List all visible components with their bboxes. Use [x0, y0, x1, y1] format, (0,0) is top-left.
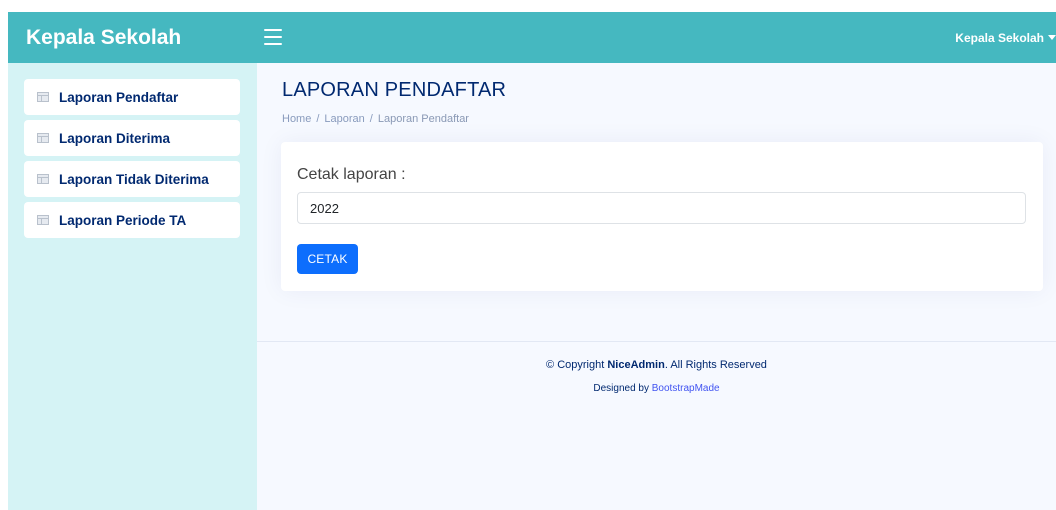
- sidebar: Laporan Pendaftar Laporan Diterima Lapor…: [8, 63, 257, 510]
- report-card: Cetak laporan : CETAK: [281, 142, 1043, 291]
- breadcrumb: Home / Laporan / Laporan Pendaftar: [282, 113, 469, 125]
- copyright-brand: NiceAdmin: [607, 359, 665, 371]
- user-menu-label: Kepala Sekolah: [955, 30, 1044, 45]
- sidebar-item-laporan-tidak-diterima[interactable]: Laporan Tidak Diterima: [24, 161, 240, 197]
- report-icon: [37, 215, 49, 225]
- report-icon: [37, 174, 49, 184]
- sidebar-item-laporan-diterima[interactable]: Laporan Diterima: [24, 120, 240, 156]
- sidebar-item-label: Laporan Tidak Diterima: [59, 171, 209, 187]
- form-label: Cetak laporan :: [297, 166, 406, 183]
- breadcrumb-home[interactable]: Home: [282, 113, 311, 125]
- breadcrumb-separator: /: [316, 113, 320, 125]
- bootstrapmade-link[interactable]: BootstrapMade: [652, 383, 720, 394]
- top-header: Kepala Sekolah Kepala Sekolah: [8, 12, 1056, 63]
- footer-divider: [257, 341, 1056, 342]
- footer-copyright: © Copyright NiceAdmin. All Rights Reserv…: [257, 359, 1056, 371]
- chevron-down-icon: [1048, 35, 1056, 40]
- app-frame: Kepala Sekolah Kepala Sekolah Laporan Pe…: [8, 12, 1056, 510]
- cetak-button[interactable]: CETAK: [297, 244, 358, 274]
- breadcrumb-current: Laporan Pendaftar: [377, 113, 469, 125]
- report-icon: [37, 133, 49, 143]
- user-menu[interactable]: Kepala Sekolah: [955, 12, 1056, 63]
- menu-toggle-icon[interactable]: [264, 26, 286, 48]
- sidebar-item-label: Laporan Diterima: [59, 130, 171, 146]
- page-title: LAPORAN PENDAFTAR: [282, 79, 507, 101]
- sidebar-item-label: Laporan Periode TA: [59, 212, 187, 228]
- copyright-suffix: . All Rights Reserved: [664, 359, 767, 371]
- report-icon: [37, 92, 49, 102]
- designed-prefix: Designed by: [593, 383, 649, 394]
- sidebar-item-laporan-periode-ta[interactable]: Laporan Periode TA: [24, 202, 240, 238]
- copyright-prefix: © Copyright: [546, 359, 605, 371]
- sidebar-item-label: Laporan Pendaftar: [59, 89, 179, 105]
- breadcrumb-laporan[interactable]: Laporan: [324, 113, 364, 125]
- brand-logo[interactable]: Kepala Sekolah: [26, 12, 181, 63]
- sidebar-item-laporan-pendaftar[interactable]: Laporan Pendaftar: [24, 79, 240, 115]
- breadcrumb-separator: /: [369, 113, 373, 125]
- footer-credits: Designed by BootstrapMade: [257, 383, 1056, 394]
- year-input[interactable]: [297, 192, 1026, 224]
